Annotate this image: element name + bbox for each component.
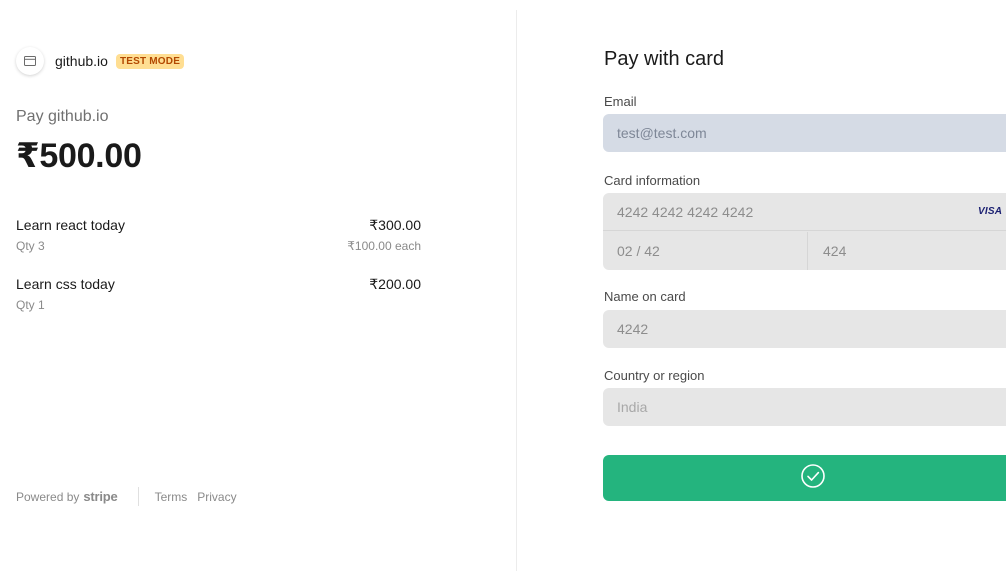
line-item-name: Learn css today <box>16 276 115 292</box>
email-field[interactable]: test@test.com <box>603 114 1006 152</box>
merchant-name: github.io <box>55 53 108 69</box>
line-item-price: ₹300.00 <box>369 217 421 233</box>
card-info-label: Card information <box>604 173 701 188</box>
line-item-unit-price: ₹100.00 each <box>347 239 421 253</box>
total-amount: ₹500.00 <box>16 137 142 175</box>
cvc-field[interactable]: 424 123 <box>809 232 1006 270</box>
expiry-field[interactable]: 02 / 42 <box>603 232 808 270</box>
pay-button[interactable] <box>603 455 1006 501</box>
line-item-price: ₹200.00 <box>369 276 421 292</box>
card-info-group: 4242 4242 4242 4242 VISA 02 / 42 424 123 <box>603 193 1006 270</box>
check-circle-icon <box>800 463 826 494</box>
name-field[interactable]: 4242 <box>603 310 1006 348</box>
form-title: Pay with card <box>604 48 725 70</box>
line-item-qty: Qty 1 <box>16 298 45 312</box>
country-label: Country or region <box>604 368 705 383</box>
cvc-value: 424 <box>823 243 847 259</box>
footer-divider <box>137 487 139 506</box>
terms-link[interactable]: Terms <box>155 490 188 504</box>
footer: Powered by stripe Terms Privacy <box>16 487 247 506</box>
stripe-logo[interactable]: stripe <box>83 489 117 504</box>
pay-merchant-label: Pay github.io <box>16 108 109 125</box>
line-item: Learn css today ₹200.00 Qty 1 <box>16 276 421 312</box>
line-item: Learn react today ₹300.00 Qty 3 ₹100.00 … <box>16 217 421 253</box>
name-label: Name on card <box>604 289 686 304</box>
card-number-field[interactable]: 4242 4242 4242 4242 VISA <box>603 193 1006 231</box>
line-item-qty: Qty 3 <box>16 239 45 253</box>
privacy-link[interactable]: Privacy <box>197 490 236 504</box>
card-number-value: 4242 4242 4242 4242 <box>617 203 754 220</box>
powered-by-text: Powered by <box>16 489 80 504</box>
payment-form-panel: Pay with card Email test@test.com Card i… <box>517 0 1006 571</box>
test-mode-badge: TEST MODE <box>115 53 185 69</box>
merchant-header[interactable]: github.io TEST MODE <box>16 47 185 75</box>
store-icon <box>16 47 44 75</box>
order-summary-panel: github.io TEST MODE Pay github.io ₹500.0… <box>0 0 516 571</box>
line-item-name: Learn react today <box>16 217 125 233</box>
visa-icon: VISA <box>978 206 1003 217</box>
country-select[interactable]: India <box>603 388 1006 426</box>
email-label: Email <box>604 94 637 109</box>
